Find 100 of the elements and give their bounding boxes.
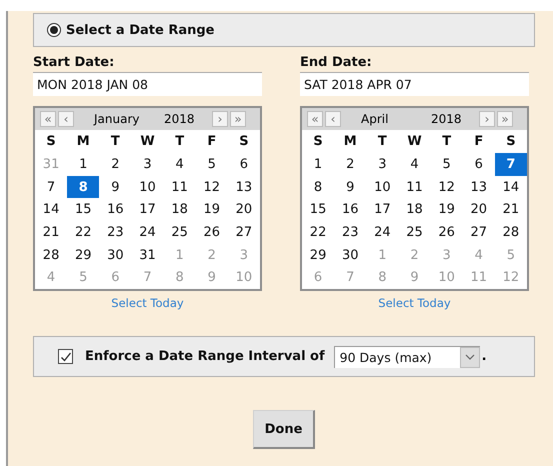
weekday-label: W [406, 133, 423, 151]
radio-button[interactable] [47, 23, 61, 37]
day-cell[interactable]: 9 [334, 176, 366, 198]
day-cell[interactable]: 7 [35, 176, 68, 198]
day-cell[interactable]: 28 [35, 244, 68, 266]
day-cell[interactable]: 2 [99, 153, 132, 176]
day-cell[interactable]: 3 [366, 153, 398, 176]
day-cell[interactable]: 14 [35, 198, 68, 222]
day-cell[interactable]: 29 [67, 244, 100, 266]
weekday-label: T [110, 133, 121, 151]
day-cell[interactable]: 11 [164, 176, 196, 198]
day-cell[interactable]: 11 [398, 176, 431, 198]
day-cell[interactable]: 13 [462, 176, 495, 198]
weekday-label: T [174, 133, 186, 151]
weekday-label: S [312, 133, 324, 151]
date-field[interactable]: SAT 2018 APR 07 [300, 72, 529, 96]
previous-button[interactable]: ‹ [58, 111, 74, 127]
day-cell[interactable]: 21 [494, 198, 527, 222]
day-cell[interactable]: 27 [228, 221, 260, 244]
day-cell[interactable]: 16 [334, 198, 366, 222]
day-cell[interactable]: 18 [398, 198, 431, 222]
month-label: April [361, 112, 390, 126]
field-label: End Date: [300, 55, 373, 72]
day-cell[interactable]: 30 [334, 244, 366, 266]
option-label: Select a Date Range [66, 22, 214, 38]
weekday-label: S [45, 133, 57, 151]
select-today-link[interactable]: Select Today [378, 296, 451, 310]
last-button[interactable]: » [230, 111, 246, 127]
weekday-label: T [376, 133, 388, 151]
date-field[interactable]: MON 2018 JAN 08 [33, 72, 262, 96]
day-cell[interactable]: 5 [430, 153, 463, 176]
day-cell[interactable]: 27 [462, 221, 495, 244]
weekday-label: S [238, 133, 250, 151]
day-cell[interactable]: 28 [494, 221, 527, 244]
interval-dropdown[interactable]: 90 Days (max) [334, 346, 480, 368]
day-cell[interactable]: 10 [131, 176, 164, 198]
day-cell[interactable]: 18 [164, 198, 196, 222]
weekday-label: F [206, 133, 218, 151]
day-cell[interactable]: 12 [430, 176, 463, 198]
day-cell[interactable]: 22 [67, 221, 100, 244]
day-cell[interactable]: 26 [196, 221, 228, 244]
weekday-label: M [342, 133, 358, 151]
day-cell[interactable]: 1 [302, 153, 334, 176]
done-button[interactable]: Done [253, 410, 315, 450]
day-cell[interactable]: 15 [302, 198, 334, 222]
day-cell[interactable]: 26 [430, 221, 463, 244]
day-cell[interactable]: 30 [99, 244, 132, 266]
first-button[interactable]: « [40, 111, 56, 127]
day-cell[interactable]: 31 [131, 244, 164, 266]
day-cell[interactable]: 23 [99, 221, 132, 244]
day-cell[interactable]: 14 [494, 176, 527, 198]
day-cell[interactable]: 20 [228, 198, 260, 222]
period-text: . [482, 349, 487, 364]
day-cell[interactable]: 17 [366, 198, 398, 222]
day-cell[interactable]: 4 [398, 153, 431, 176]
day-cell[interactable]: 3 [131, 153, 164, 176]
last-button[interactable]: » [497, 111, 513, 127]
weekday-label: T [441, 133, 452, 151]
select-today-link[interactable]: Select Today [111, 296, 184, 310]
day-cell[interactable]: 9 [99, 176, 132, 198]
day-cell[interactable]: 7 [494, 153, 527, 176]
day-cell[interactable]: 12 [196, 176, 228, 198]
day-cell[interactable]: 10 [366, 176, 398, 198]
day-cell[interactable]: 13 [228, 176, 260, 198]
day-cell[interactable]: 15 [67, 198, 100, 222]
year-label: 2018 [164, 112, 196, 126]
day-cell[interactable]: 1 [67, 153, 100, 176]
day-cell[interactable]: 21 [35, 221, 68, 244]
day-cell[interactable]: 25 [164, 221, 196, 244]
weekday-label: F [473, 133, 484, 151]
day-cell[interactable]: 17 [131, 198, 164, 222]
check-icon [60, 350, 72, 363]
next-button[interactable]: › [479, 111, 495, 127]
day-cell[interactable]: 24 [366, 221, 398, 244]
weekday-label: S [505, 133, 517, 151]
checkbox[interactable] [58, 349, 73, 364]
day-cell[interactable]: 22 [302, 221, 334, 244]
day-cell[interactable]: 24 [131, 221, 164, 244]
day-cell[interactable]: 4 [164, 153, 196, 176]
day-cell[interactable]: 16 [99, 198, 132, 222]
day-cell[interactable]: 19 [430, 198, 463, 222]
day-cell[interactable]: 25 [398, 221, 431, 244]
day-cell[interactable]: 8 [302, 176, 334, 198]
day-cell[interactable]: 23 [334, 221, 366, 244]
day-cell[interactable]: 29 [302, 244, 334, 266]
day-cell[interactable]: 6 [228, 153, 260, 176]
weekday-label: W [139, 133, 156, 151]
previous-button[interactable]: ‹ [325, 111, 341, 127]
day-cell[interactable]: 6 [462, 153, 495, 176]
year-label: 2018 [431, 112, 463, 126]
month-label: January [94, 112, 140, 126]
day-cell[interactable]: 2 [334, 153, 366, 176]
weekday-label: M [76, 133, 91, 151]
day-cell[interactable]: 19 [196, 198, 228, 222]
day-cell[interactable]: 8 [67, 176, 100, 198]
chevron-down-icon [464, 354, 475, 360]
day-cell[interactable]: 20 [462, 198, 495, 222]
day-cell[interactable]: 5 [196, 153, 228, 176]
next-button[interactable]: › [212, 111, 228, 127]
first-button[interactable]: « [307, 111, 323, 127]
